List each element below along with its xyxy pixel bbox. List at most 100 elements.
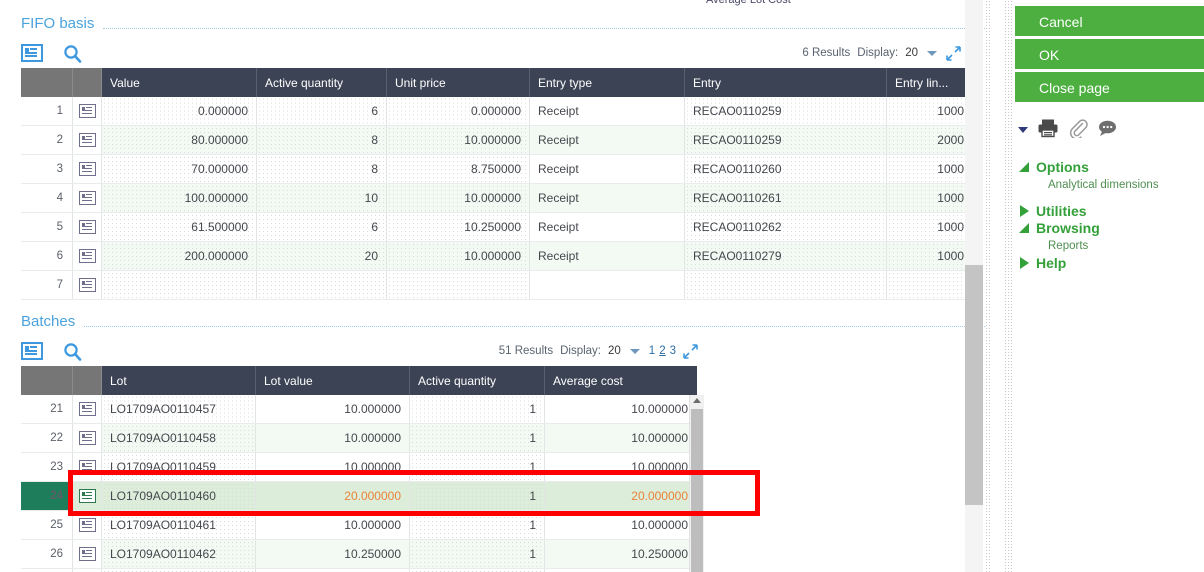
chevron-down-icon[interactable]: [629, 348, 640, 354]
row-detail-icon[interactable]: [72, 481, 102, 511]
cell-average-cost[interactable]: 10.000000: [544, 423, 697, 453]
cell-entry-line[interactable]: 1000: [886, 183, 973, 213]
cell-active-quantity[interactable]: 1: [409, 452, 545, 482]
cell-lot[interactable]: [101, 568, 256, 572]
col-value[interactable]: Value: [101, 68, 257, 97]
batches-vertical-scrollbar[interactable]: [689, 395, 704, 572]
menu-item-utilities[interactable]: Utilities: [1018, 203, 1204, 219]
cell-active-quantity[interactable]: 20: [256, 241, 387, 271]
expand-icon[interactable]: [946, 46, 961, 61]
row-detail-icon[interactable]: [72, 270, 102, 300]
cell-entry-line[interactable]: 1000: [886, 154, 973, 184]
cell-unit-price[interactable]: 10.250000: [386, 212, 530, 242]
row-detail-icon[interactable]: [72, 395, 102, 424]
table-row[interactable]: 1 0.000000 6 0.000000 Receipt RECAO0110259 100…: [21, 97, 973, 126]
fifo-display-value[interactable]: 20: [905, 47, 918, 59]
cell-active-quantity[interactable]: 6: [256, 97, 387, 126]
page-3[interactable]: 3: [670, 345, 676, 357]
page-scrollbar-thumb[interactable]: [965, 265, 983, 505]
cell-active-quantity[interactable]: 1: [409, 423, 545, 453]
cell-entry-line[interactable]: 2000: [886, 125, 973, 155]
table-row[interactable]: 5 61.500000 6 10.250000 Receipt RECAO0110262 1…: [21, 212, 973, 242]
menu-item-options[interactable]: Options: [1018, 159, 1204, 175]
cell-unit-price[interactable]: [386, 270, 530, 300]
cell-entry-type[interactable]: Receipt: [529, 183, 685, 213]
scroll-up-icon[interactable]: [693, 398, 701, 403]
cell-entry-line[interactable]: [886, 270, 973, 300]
cell-entry-line[interactable]: 1000: [886, 212, 973, 242]
table-row[interactable]: 26 LO1709AO0110462 10.250000 1 10.250000: [21, 539, 697, 569]
col-entry-type[interactable]: Entry type: [529, 68, 685, 97]
table-row[interactable]: 23 LO1709AO0110459 10.000000 1 10.000000: [21, 452, 697, 482]
menu-item-help[interactable]: Help: [1018, 255, 1204, 271]
table-row[interactable]: 4 100.000000 10 10.000000 Receipt RECAO011026…: [21, 183, 973, 213]
row-detail-icon[interactable]: [72, 125, 102, 155]
table-row[interactable]: 24 LO1709AO0110460 20.000000 1 20.000000: [21, 481, 697, 511]
cell-unit-price[interactable]: 10.000000: [386, 183, 530, 213]
cell-entry[interactable]: RECAO0110259: [684, 97, 887, 126]
cell-entry[interactable]: RECAO0110260: [684, 154, 887, 184]
cell-entry[interactable]: [684, 270, 887, 300]
cell-entry-type[interactable]: Receipt: [529, 241, 685, 271]
caret-down-icon[interactable]: [1018, 126, 1028, 133]
cell-active-quantity[interactable]: 1: [409, 539, 545, 569]
row-detail-icon[interactable]: [72, 183, 102, 213]
cell-active-quantity[interactable]: 6: [256, 212, 387, 242]
cell-entry-type[interactable]: Receipt: [529, 212, 685, 242]
row-detail-icon[interactable]: [72, 452, 102, 482]
col-active-quantity[interactable]: Active quantity: [409, 366, 545, 395]
cell-active-quantity[interactable]: 1: [409, 395, 545, 424]
cell-lot[interactable]: LO1709AO0110461: [101, 510, 256, 540]
paperclip-icon[interactable]: [1068, 118, 1088, 141]
cell-lot-value[interactable]: [255, 568, 410, 572]
table-row[interactable]: 27: [21, 568, 697, 572]
row-detail-icon[interactable]: [72, 568, 102, 572]
table-row[interactable]: 22 LO1709AO0110458 10.000000 1 10.000000: [21, 423, 697, 453]
submenu-reports[interactable]: Reports: [1018, 237, 1204, 255]
row-detail-icon[interactable]: [72, 154, 102, 184]
table-row[interactable]: 2 80.000000 8 10.000000 Receipt RECAO0110259 2…: [21, 125, 973, 155]
list-detail-icon[interactable]: [21, 342, 43, 363]
table-row[interactable]: 25 LO1709AO0110461 10.000000 1 10.000000: [21, 510, 697, 540]
col-active-quantity[interactable]: Active quantity: [256, 68, 387, 97]
close-page-button[interactable]: Close page: [1015, 72, 1204, 102]
cell-lot-value[interactable]: 10.000000: [255, 395, 410, 424]
cell-value[interactable]: 200.000000: [101, 241, 257, 271]
cell-lot[interactable]: LO1709AO0110460: [101, 481, 256, 511]
page-1[interactable]: 1: [649, 345, 655, 357]
row-detail-icon[interactable]: [72, 539, 102, 569]
table-row[interactable]: 7: [21, 270, 973, 300]
cell-active-quantity[interactable]: 10: [256, 183, 387, 213]
cell-entry[interactable]: RECAO0110259: [684, 125, 887, 155]
cell-entry[interactable]: RECAO0110261: [684, 183, 887, 213]
ok-button[interactable]: OK: [1015, 39, 1204, 69]
cell-value[interactable]: 61.500000: [101, 212, 257, 242]
cell-value[interactable]: [101, 270, 257, 300]
cell-lot[interactable]: LO1709AO0110457: [101, 395, 256, 424]
cell-lot[interactable]: LO1709AO0110462: [101, 539, 256, 569]
cell-average-cost[interactable]: [544, 568, 697, 572]
cell-entry[interactable]: RECAO0110262: [684, 212, 887, 242]
col-unit-price[interactable]: Unit price: [386, 68, 530, 97]
cell-active-quantity[interactable]: [409, 568, 545, 572]
cell-average-cost[interactable]: 10.000000: [544, 395, 697, 424]
cell-entry-type[interactable]: Receipt: [529, 154, 685, 184]
row-detail-icon[interactable]: [72, 510, 102, 540]
comment-icon[interactable]: [1097, 119, 1119, 140]
printer-icon[interactable]: [1037, 118, 1059, 141]
col-lot[interactable]: Lot: [101, 366, 256, 395]
table-row[interactable]: 3 70.000000 8 8.750000 Receipt RECAO0110260 10…: [21, 154, 973, 184]
cell-value[interactable]: 80.000000: [101, 125, 257, 155]
cell-lot-value[interactable]: 10.000000: [255, 452, 410, 482]
batches-display-value[interactable]: 20: [608, 345, 621, 357]
expand-icon[interactable]: [683, 344, 698, 359]
menu-item-browsing[interactable]: Browsing: [1018, 220, 1204, 236]
table-row[interactable]: 21 LO1709AO0110457 10.000000 1 10.000000: [21, 395, 697, 424]
cell-lot-value[interactable]: 10.000000: [255, 510, 410, 540]
cancel-button[interactable]: Cancel: [1015, 6, 1204, 36]
cell-average-cost[interactable]: 10.000000: [544, 452, 697, 482]
search-icon[interactable]: [63, 342, 82, 364]
scrollbar-thumb[interactable]: [691, 409, 703, 572]
cell-entry-type[interactable]: [529, 270, 685, 300]
cell-value[interactable]: 0.000000: [101, 97, 257, 126]
